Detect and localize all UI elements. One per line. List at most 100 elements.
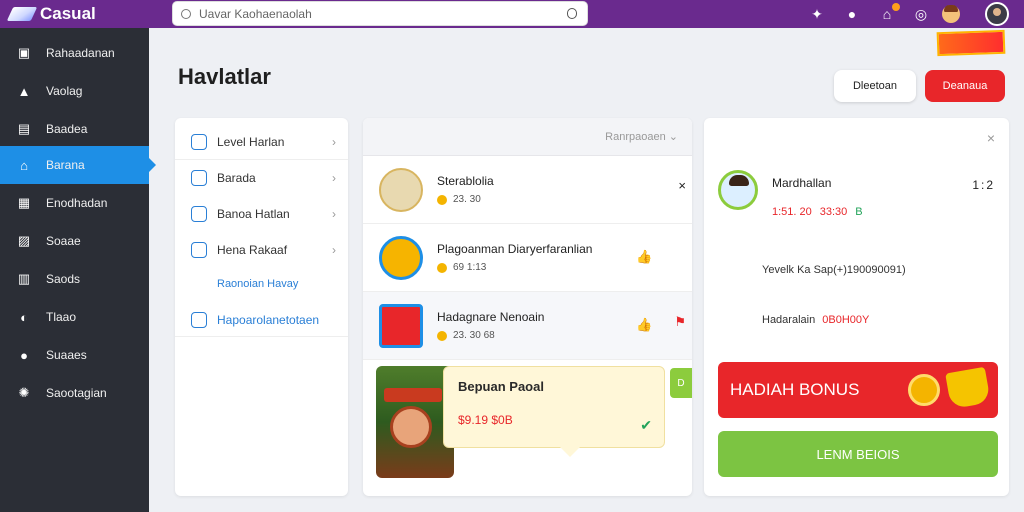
chevron-right-icon: › xyxy=(332,207,336,221)
close-icon[interactable]: × xyxy=(678,178,686,193)
thumbs-up-icon[interactable]: 👍 xyxy=(636,317,652,333)
calendar-icon: ▦ xyxy=(17,195,31,210)
chevron-right-icon: › xyxy=(332,134,336,149)
chevron-right-icon: › xyxy=(332,243,336,257)
settings-icon: ✺ xyxy=(18,385,30,400)
list-item-name: Hadagnare Nenoain xyxy=(437,310,545,324)
kid-avatar-icon[interactable] xyxy=(940,3,962,25)
chart-icon: ▤ xyxy=(17,121,31,136)
left-item-label: Banoa Hatlan xyxy=(217,207,290,221)
link-icon xyxy=(191,312,207,328)
flag-icon[interactable]: ⚑ xyxy=(674,314,686,330)
microphone-icon[interactable] xyxy=(567,8,577,19)
score-main: 1:51. 20 xyxy=(772,206,812,218)
chevron-right-icon: › xyxy=(332,171,336,185)
search-input[interactable]: Uavar Kaohaenaolah xyxy=(172,1,588,26)
top-bar: Casual Uavar Kaohaenaolah ✦ ● ⌂ ◎ xyxy=(0,0,1024,28)
left-panel: Level Harlan › Barada › Banoa Hatlan › H… xyxy=(175,118,348,496)
notification-icon[interactable]: ● xyxy=(843,5,861,23)
sidebar-item-label: Soaae xyxy=(46,234,81,248)
close-icon[interactable]: × xyxy=(987,130,995,146)
sidebar-item-label: Enodhadan xyxy=(46,196,108,210)
sidebar-item-vaolag[interactable]: ▲ Vaolag xyxy=(0,72,149,110)
sidebar-item-baadea[interactable]: ▤ Baadea xyxy=(0,110,149,148)
left-item-banoa-hatlan[interactable]: Banoa Hatlan › xyxy=(175,196,348,232)
list-item-meta-text: 23. 30 68 xyxy=(453,330,495,341)
player-level-text: Yevelk Ka Sap(+)190090091) xyxy=(762,264,906,276)
game-tooltip[interactable]: Bepuan Paoal $9.19 $0B ✔ xyxy=(443,366,665,457)
list-item-meta-text: 69 1:13 xyxy=(453,262,487,273)
page-title: Havlatlar xyxy=(178,64,271,89)
home-icon: ⌂ xyxy=(20,157,28,173)
sidebar-item-suaaes[interactable]: ● Suaaes xyxy=(0,336,149,374)
list-item[interactable]: Plagoanman Diaryerfaranlian 69 1:13 👍 xyxy=(363,224,692,292)
side-tab[interactable]: D xyxy=(670,368,692,398)
middle-panel-header: Ranrpaoaen ⌄ xyxy=(363,118,692,156)
promo-ribbon[interactable] xyxy=(936,29,1006,57)
bonus-button-label: HADIAH BONUS xyxy=(730,380,860,399)
sidebar-item-barana[interactable]: ⌂ Barana xyxy=(0,146,156,184)
thumbs-up-icon[interactable]: 👍 xyxy=(636,249,652,265)
player-name: Mardhallan xyxy=(772,176,832,190)
triangle-badge-icon xyxy=(379,236,423,280)
help-icon[interactable]: ◎ xyxy=(912,5,930,23)
coin-icon xyxy=(437,194,447,205)
gold-ingot-icon xyxy=(945,366,991,410)
chevron-down-icon: ⌄ xyxy=(668,131,678,143)
sidebar-item-soaae[interactable]: ▨ Soaae xyxy=(0,222,149,260)
person-icon xyxy=(191,242,207,258)
left-sublink[interactable]: Raonoian Havay xyxy=(175,266,348,302)
logo-icon xyxy=(6,7,38,21)
sidebar-item-saootagian[interactable]: ✺ Saootagian xyxy=(0,374,149,412)
left-item-label: Barada xyxy=(217,171,256,185)
bag-icon: ▲ xyxy=(17,83,31,99)
sidebar: ▣ Rahaadanan ▲ Vaolag ▤ Baadea ⌂ Barana … xyxy=(0,28,156,512)
list-item-meta: 23. 30 xyxy=(437,194,481,205)
doc-icon: ▥ xyxy=(17,271,31,286)
list-item-meta: 69 1:13 xyxy=(437,262,486,273)
score-green: B xyxy=(855,206,863,218)
player-menu[interactable]: 1:2 xyxy=(972,178,995,192)
shield-icon xyxy=(191,206,207,222)
player-score: 1:51. 20 33:30 B xyxy=(772,206,863,218)
player-reward-text: Hadaralain 0B0H00Y xyxy=(762,314,869,326)
sort-select[interactable]: Ranrpaoaen ⌄ xyxy=(605,130,678,143)
gamepad-icon: ▣ xyxy=(17,45,31,60)
secondary-button[interactable]: Dleetoan xyxy=(834,70,916,102)
puzzle-icon[interactable]: ✦ xyxy=(808,5,826,23)
list-item-name: Sterablolia xyxy=(437,174,494,188)
list-item[interactable]: Sterablolia 23. 30 × xyxy=(363,156,692,224)
chat-icon: ◐ xyxy=(20,309,28,325)
left-item-hena-rakaaf[interactable]: Hena Rakaaf › xyxy=(175,232,348,268)
sidebar-item-label: Saods xyxy=(46,272,81,286)
left-item-level-harlan[interactable]: Level Harlan › xyxy=(175,124,348,160)
user-avatar[interactable] xyxy=(985,2,1009,26)
score-extra: 33:30 xyxy=(819,206,848,218)
app-title: Casual xyxy=(40,4,96,23)
divider xyxy=(175,336,348,337)
list-item[interactable]: Hadagnare Nenoain 23. 30 68 👍 ⚑ xyxy=(363,292,692,360)
left-item-label: Hena Rakaaf xyxy=(217,243,288,257)
lock-icon xyxy=(191,133,207,150)
home-icon xyxy=(191,170,207,186)
primary-button[interactable]: Deanaua xyxy=(925,70,1005,102)
left-link[interactable]: Hapoarolanetotaen xyxy=(175,302,348,338)
app-logo[interactable]: Casual xyxy=(6,3,96,25)
cta-button[interactable]: LENM BEIOIS xyxy=(718,431,998,477)
image-icon: ▨ xyxy=(17,233,31,248)
left-item-barada[interactable]: Barada › xyxy=(175,160,348,196)
list-item-name: Plagoanman Diaryerfaranlian xyxy=(437,242,593,256)
reward-value: 0B0H00Y xyxy=(822,314,870,326)
bonus-button[interactable]: HADIAH BONUS xyxy=(718,362,998,418)
reward-label: Hadaralain xyxy=(762,314,816,326)
sidebar-item-label: Suaaes xyxy=(46,348,87,362)
sidebar-item-tlaao[interactable]: ◐ Tlaao xyxy=(0,298,149,336)
sidebar-item-rahaadanan[interactable]: ▣ Rahaadanan xyxy=(0,34,149,72)
sidebar-item-enodhadan[interactable]: ▦ Enodhadan xyxy=(0,184,149,222)
sidebar-item-label: Rahaadanan xyxy=(46,46,115,60)
tooltip-price: $9.19 $0B xyxy=(458,413,513,427)
player-avatar[interactable] xyxy=(718,170,758,210)
game-banner xyxy=(384,388,442,402)
list-item-meta: 23. 30 68 xyxy=(437,330,495,341)
sidebar-item-saods[interactable]: ▥ Saods xyxy=(0,260,149,298)
